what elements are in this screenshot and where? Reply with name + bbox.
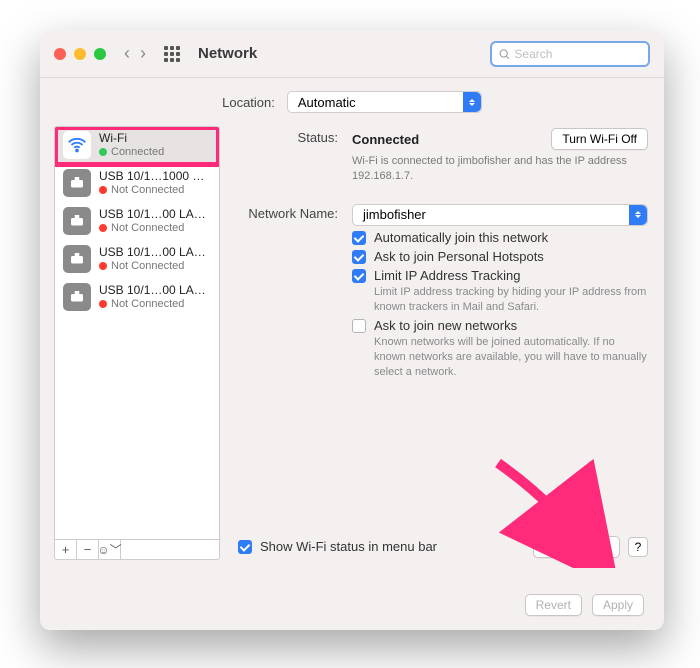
- auto-join-label: Automatically join this network: [374, 230, 548, 245]
- interface-name: USB 10/1…1000 LAN: [99, 170, 211, 184]
- interface-name: USB 10/1…00 LAN 3: [99, 246, 211, 260]
- forward-button[interactable]: ›: [140, 43, 146, 64]
- location-select[interactable]: Automatic: [287, 91, 482, 113]
- interfaces-list[interactable]: Wi-Fi Connected USB 10/1…1000 LAN Not Co…: [54, 126, 220, 540]
- interface-status: Not Connected: [111, 298, 184, 311]
- chevron-updown-icon: [463, 92, 481, 112]
- chevron-updown-icon: [629, 205, 647, 225]
- ethernet-icon: [63, 207, 91, 235]
- wifi-toggle-button[interactable]: Turn Wi-Fi Off: [551, 128, 648, 150]
- ask-new-networks-label: Ask to join new networks: [374, 318, 517, 333]
- checkbox-icon[interactable]: [352, 250, 366, 264]
- help-button[interactable]: ?: [628, 537, 648, 557]
- search-icon: [498, 47, 510, 61]
- advanced-button[interactable]: Advanced…: [533, 536, 620, 558]
- show-menubar-option[interactable]: Show Wi-Fi status in menu bar: [238, 539, 437, 554]
- add-interface-button[interactable]: +: [55, 540, 77, 559]
- interface-status: Not Connected: [111, 184, 184, 197]
- sidebar-item-usb-lan-1[interactable]: USB 10/1…1000 LAN Not Connected: [55, 165, 219, 203]
- interfaces-sidebar: Wi-Fi Connected USB 10/1…1000 LAN Not Co…: [54, 126, 220, 560]
- auto-join-option[interactable]: Automatically join this network: [352, 230, 648, 245]
- status-dot-icon: [99, 224, 107, 232]
- zoom-window-button[interactable]: [94, 48, 106, 60]
- limit-tracking-label: Limit IP Address Tracking: [374, 268, 520, 283]
- revert-button[interactable]: Revert: [525, 594, 582, 616]
- status-hint: Wi-Fi is connected to jimbofisher and ha…: [352, 154, 648, 184]
- checkbox-icon[interactable]: [352, 231, 366, 245]
- ask-new-networks-hint: Known networks will be joined automatica…: [374, 335, 648, 380]
- ethernet-icon: [63, 245, 91, 273]
- sidebar-item-usb-lan-2[interactable]: USB 10/1…00 LAN 2 Not Connected: [55, 203, 219, 241]
- remove-interface-button[interactable]: −: [77, 540, 99, 559]
- status-dot-icon: [99, 300, 107, 308]
- minimize-window-button[interactable]: [74, 48, 86, 60]
- status-label: Status:: [238, 128, 338, 145]
- search-input[interactable]: [514, 47, 642, 61]
- toolbar: ‹ › Network: [40, 30, 664, 78]
- status-dot-icon: [99, 148, 107, 156]
- wifi-icon: [63, 131, 91, 159]
- close-window-button[interactable]: [54, 48, 66, 60]
- location-row: Location: Automatic: [40, 78, 664, 126]
- show-all-icon[interactable]: [164, 46, 180, 62]
- footer-buttons: Revert Apply: [525, 594, 644, 616]
- interfaces-list-toolbar: + − ☺︎﹀: [54, 540, 220, 560]
- window-controls: [54, 48, 106, 60]
- personal-hotspots-option[interactable]: Ask to join Personal Hotspots: [352, 249, 648, 264]
- personal-hotspots-label: Ask to join Personal Hotspots: [374, 249, 544, 264]
- ethernet-icon: [63, 169, 91, 197]
- network-preferences-window: ‹ › Network Location: Automatic: [40, 30, 664, 630]
- interface-name: USB 10/1…00 LAN 2: [99, 208, 211, 222]
- interface-detail: Status: Connected Turn Wi-Fi Off Wi-Fi i…: [220, 126, 650, 560]
- network-name-label: Network Name:: [238, 204, 338, 221]
- checkbox-icon[interactable]: [238, 540, 252, 554]
- interface-status: Connected: [111, 146, 164, 159]
- sidebar-item-usb-lan-4[interactable]: USB 10/1…00 LAN 4 Not Connected: [55, 279, 219, 317]
- more-actions-button[interactable]: ☺︎﹀: [99, 540, 121, 559]
- location-label: Location:: [222, 95, 275, 110]
- interface-name: Wi-Fi: [99, 132, 164, 146]
- checkbox-icon[interactable]: [352, 319, 366, 333]
- interface-status: Not Connected: [111, 260, 184, 273]
- limit-tracking-option[interactable]: Limit IP Address Tracking: [352, 268, 520, 283]
- checkbox-icon[interactable]: [352, 269, 366, 283]
- sidebar-item-wifi[interactable]: Wi-Fi Connected: [55, 127, 219, 165]
- status-dot-icon: [99, 262, 107, 270]
- ask-new-networks-option[interactable]: Ask to join new networks: [352, 318, 517, 333]
- back-button[interactable]: ‹: [124, 43, 130, 64]
- network-name-select[interactable]: jimbofisher: [352, 204, 648, 226]
- limit-tracking-hint: Limit IP address tracking by hiding your…: [374, 285, 648, 315]
- show-menubar-label: Show Wi-Fi status in menu bar: [260, 539, 437, 554]
- location-value: Automatic: [298, 95, 356, 110]
- window-title: Network: [198, 45, 257, 62]
- ethernet-icon: [63, 283, 91, 311]
- search-field[interactable]: [490, 41, 650, 67]
- status-value: Connected: [352, 132, 419, 147]
- apply-button[interactable]: Apply: [592, 594, 644, 616]
- sidebar-item-usb-lan-3[interactable]: USB 10/1…00 LAN 3 Not Connected: [55, 241, 219, 279]
- network-name-value: jimbofisher: [363, 207, 426, 222]
- status-dot-icon: [99, 186, 107, 194]
- interface-name: USB 10/1…00 LAN 4: [99, 284, 211, 298]
- interface-status: Not Connected: [111, 222, 184, 235]
